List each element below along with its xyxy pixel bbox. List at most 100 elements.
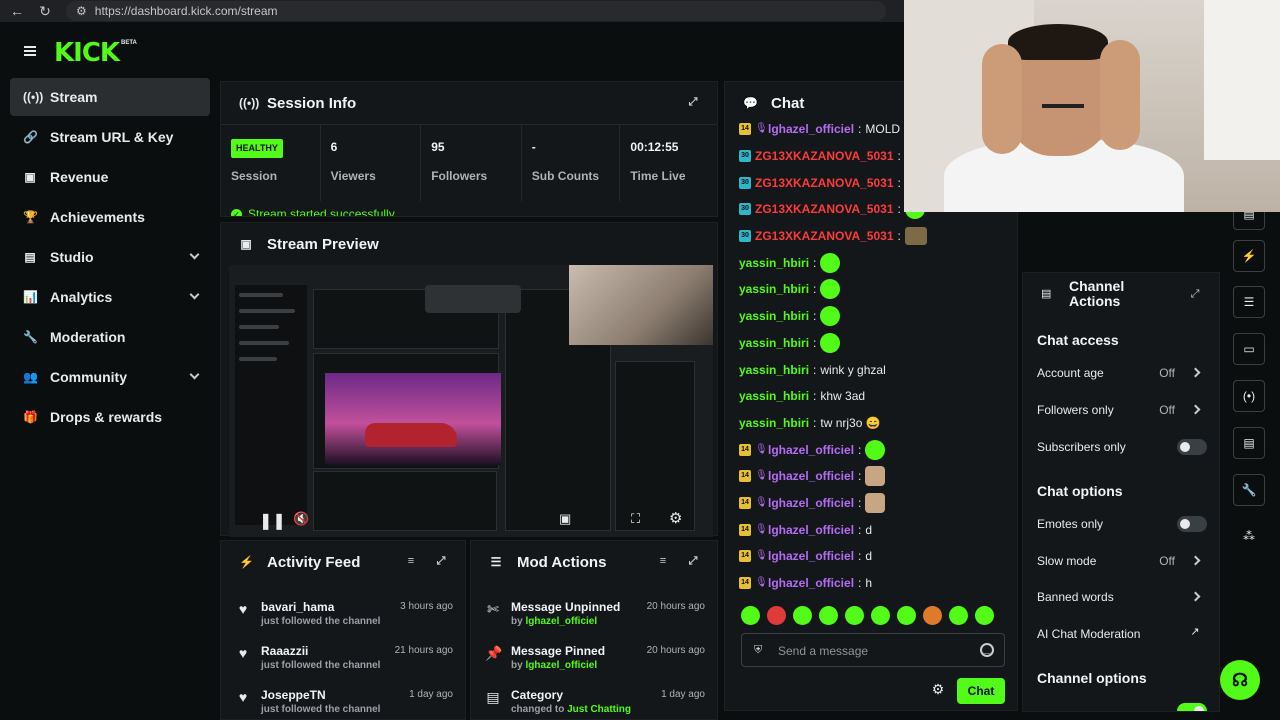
sidebar-item-label: Drops & rewards xyxy=(50,409,163,425)
rail-broadcast-icon[interactable]: (•) xyxy=(1233,380,1265,412)
emote-button[interactable] xyxy=(819,606,838,625)
emote-button[interactable] xyxy=(923,606,942,625)
sidebar-item-stream[interactable]: ((•)) Stream xyxy=(10,78,210,116)
metric-value: 6 xyxy=(330,140,338,154)
mod-action-category[interactable]: Just Chatting xyxy=(567,704,631,715)
site-info-icon[interactable]: ⚙ xyxy=(76,4,87,18)
video-detail xyxy=(239,325,279,329)
chat-username[interactable]: lghazel_officiel xyxy=(768,469,854,483)
rail-chat-icon[interactable]: ▭ xyxy=(1233,333,1265,365)
popout-icon[interactable]: ⤢ xyxy=(687,555,699,567)
feed-username[interactable]: bavari_hama xyxy=(261,600,334,614)
sidebar-item-studio[interactable]: ▤ Studio xyxy=(10,238,210,276)
sidebar-item-achievements[interactable]: 🏆 Achievements xyxy=(10,198,210,236)
chat-username[interactable]: lghazel_officiel xyxy=(768,496,854,510)
help-support-icon[interactable]: ☊ xyxy=(1220,660,1260,700)
chat-username[interactable]: yassin_hbiri xyxy=(739,389,809,403)
feed-username[interactable]: Raaazzii xyxy=(261,644,308,658)
chat-username[interactable]: lghazel_officiel xyxy=(768,576,854,590)
rail-list-icon[interactable]: ☰ xyxy=(1233,286,1265,318)
kick-logo[interactable]: KICK xyxy=(54,38,120,68)
slow-mode-row[interactable]: Slow mode Off xyxy=(1023,544,1219,580)
sidebar-item-drops-rewards[interactable]: 🎁 Drops & rewards xyxy=(10,398,210,436)
mod-action-user[interactable]: lghazel_officiel xyxy=(525,660,597,671)
session-info-panel: ((•)) Session Info ⤢ HEALTHY Session 6 V… xyxy=(220,81,718,217)
rail-more-icon[interactable]: ⁂ xyxy=(1233,520,1265,552)
sidebar-item-community[interactable]: 👥 Community xyxy=(10,358,210,396)
chat-username[interactable]: yassin_hbiri xyxy=(739,336,809,350)
address-bar[interactable]: ⚙ https://dashboard.kick.com/stream xyxy=(66,1,886,21)
chat-username[interactable]: ZG13XKAZANOVA_5031 xyxy=(755,229,894,243)
cat-emote xyxy=(865,466,886,487)
chat-username[interactable]: lghazel_officiel xyxy=(768,443,854,457)
emoji-picker-icon[interactable]: ‿ xyxy=(980,643,994,657)
sidebar-item-moderation[interactable]: 🔧 Moderation xyxy=(10,318,210,356)
followers-only-row[interactable]: Followers only Off xyxy=(1023,393,1219,429)
fullscreen-icon[interactable]: ⛶ xyxy=(631,511,640,527)
popout-icon[interactable]: ⤢ xyxy=(435,555,447,567)
sidebar-item-revenue[interactable]: ▣ Revenue xyxy=(10,158,210,196)
pause-icon[interactable]: ❚❚ xyxy=(259,511,286,531)
chat-message: 14 🎙 lghazel_officiel: h xyxy=(739,570,1017,597)
ai-chat-moderation-row[interactable]: AI Chat Moderation ↗ xyxy=(1023,617,1219,653)
chat-username[interactable]: yassin_hbiri xyxy=(739,309,809,323)
popout-icon[interactable]: ⤢ xyxy=(687,96,699,108)
sidebar-item-label: Community xyxy=(50,369,127,385)
rail-lightning-icon[interactable]: ⚡ xyxy=(1233,240,1265,272)
chat-settings-gear-icon[interactable]: ⚙ xyxy=(931,682,945,696)
chat-username[interactable]: yassin_hbiri xyxy=(739,363,809,377)
chat-username[interactable]: yassin_hbiri xyxy=(739,416,809,430)
chat-username[interactable]: lghazel_officiel xyxy=(768,122,854,136)
hamburger-menu-icon[interactable] xyxy=(24,46,36,56)
emote-button[interactable] xyxy=(741,606,760,625)
metric-label: Sub Counts xyxy=(531,169,600,183)
emote-button[interactable] xyxy=(793,606,812,625)
channel-option-toggle[interactable] xyxy=(1177,703,1207,711)
filter-icon[interactable]: ≡ xyxy=(405,555,417,567)
chat-username[interactable]: ZG13XKAZANOVA_5031 xyxy=(755,149,894,163)
chat-username[interactable]: ZG13XKAZANOVA_5031 xyxy=(755,176,894,190)
sidebar-item-stream-url-key[interactable]: 🔗 Stream URL & Key xyxy=(10,118,210,156)
settings-gear-icon[interactable]: ⚙ xyxy=(669,509,682,527)
rail-panel-icon[interactable]: ▤ xyxy=(1233,427,1265,459)
list-item: ♥ Raaazzii just followed the channel 21 … xyxy=(221,639,465,683)
chat-username[interactable]: lghazel_officiel xyxy=(768,549,854,563)
chat-username[interactable]: yassin_hbiri xyxy=(739,256,809,270)
account-age-row[interactable]: Account age Off xyxy=(1023,356,1219,392)
stream-video[interactable]: ❚❚ 🔇 ▣ ⛶ ⚙ xyxy=(229,265,713,537)
chat-message: yassin_hbiri: khw 3ad xyxy=(739,383,1017,410)
reload-icon[interactable]: ↻ xyxy=(38,3,52,20)
banned-words-row[interactable]: Banned words xyxy=(1023,580,1219,616)
session-metrics: HEALTHY Session 6 Viewers 95 Followers -… xyxy=(221,124,717,201)
emote-button[interactable] xyxy=(897,606,916,625)
emote-button[interactable] xyxy=(975,606,994,625)
shield-icon: ⛨ xyxy=(754,644,763,656)
mute-icon[interactable]: 🔇 xyxy=(293,511,309,527)
chat-message-input[interactable] xyxy=(778,642,978,660)
emote-button[interactable] xyxy=(845,606,864,625)
chat-input-box[interactable]: ⛨ ‿ xyxy=(741,633,1005,667)
chat-separator: : xyxy=(813,255,817,270)
subscribers-only-toggle[interactable] xyxy=(1177,439,1207,455)
sidebar-item-label: Achievements xyxy=(50,209,145,225)
pip-icon[interactable]: ▣ xyxy=(559,511,571,527)
sidebar-item-label: Analytics xyxy=(50,289,113,305)
emote-button[interactable] xyxy=(767,606,786,625)
rail-wrench-icon[interactable]: 🔧 xyxy=(1233,474,1265,506)
chat-username[interactable]: yassin_hbiri xyxy=(739,282,809,296)
chat-separator: : xyxy=(813,309,817,324)
mod-action-user[interactable]: lghazel_officiel xyxy=(525,616,597,627)
sidebar-item-analytics[interactable]: 📊 Analytics xyxy=(10,278,210,316)
emotes-only-toggle[interactable] xyxy=(1177,516,1207,532)
feed-username[interactable]: JoseppeTN xyxy=(261,688,326,702)
emote-button[interactable] xyxy=(949,606,968,625)
chat-message-text: wink y ghzal xyxy=(820,362,886,377)
filter-icon[interactable]: ≡ xyxy=(657,555,669,567)
back-arrow-icon[interactable]: ← xyxy=(10,3,24,19)
emote-button[interactable] xyxy=(871,606,890,625)
chat-username[interactable]: ZG13XKAZANOVA_5031 xyxy=(755,202,894,216)
popout-icon[interactable]: ⤢ xyxy=(1189,288,1201,300)
send-chat-button[interactable]: Chat xyxy=(957,678,1005,704)
wrench-icon: 🔧 xyxy=(23,330,38,344)
chat-username[interactable]: lghazel_officiel xyxy=(768,523,854,537)
